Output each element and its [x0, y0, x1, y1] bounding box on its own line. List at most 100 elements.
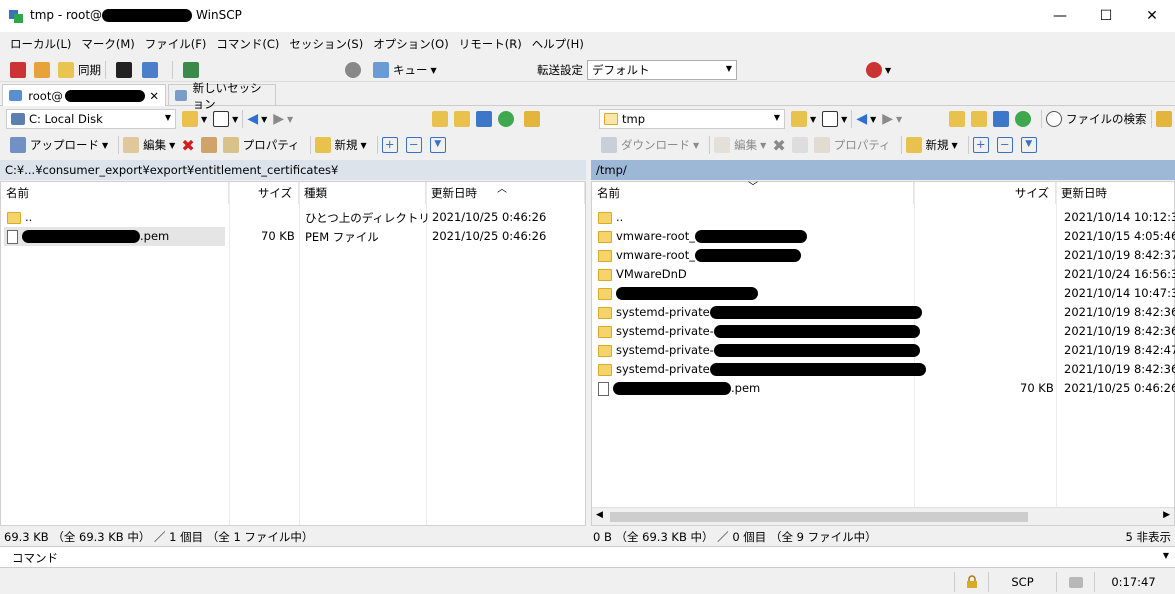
back-arrow-icon[interactable]: ◀ — [247, 111, 258, 127]
queue-button[interactable]: キュー — [393, 62, 428, 78]
maximize-button[interactable]: ☐ — [1083, 0, 1129, 32]
delete-icon[interactable]: ✖ — [772, 136, 785, 155]
file-icon — [7, 229, 18, 244]
remote-dir-value: tmp — [622, 112, 646, 126]
select-all-icon[interactable]: + — [381, 137, 398, 153]
transfer-settings-select[interactable]: デフォルト ▼ — [587, 60, 737, 80]
tab-new-session[interactable]: 新しいセッション — [168, 81, 276, 111]
menu-session[interactable]: セッション(S) — [289, 36, 363, 52]
new-button[interactable]: 新規 — [335, 137, 358, 153]
local-path-bar[interactable]: C:¥...¥consumer_export¥export¥entitlemen… — [0, 160, 586, 180]
table-row[interactable]: .. ひとつ上のディレクトリ 2021/10/25 0:46:26 — [1, 208, 585, 227]
new-button[interactable]: 新規 — [926, 137, 949, 153]
minimize-button[interactable]: — — [1037, 0, 1083, 32]
sync-icon[interactable] — [58, 62, 74, 78]
remote-file-list[interactable]: 名前 サイズ 更新日時 ﹀ .. 2021/10/14 10:12:33 vmw… — [591, 181, 1175, 526]
scroll-right-icon[interactable]: ▶ — [1163, 510, 1170, 520]
web-icon[interactable] — [866, 62, 882, 78]
remote-dir-select[interactable]: tmp ▼ — [599, 109, 785, 129]
tree-icon[interactable] — [524, 111, 540, 127]
properties-button[interactable]: プロパティ — [243, 137, 300, 153]
parent-dir-icon[interactable] — [949, 111, 965, 127]
edit-button[interactable]: 編集 — [734, 137, 757, 153]
table-row[interactable]: systemd-private 2021/10/19 8:42:36 — [592, 360, 1175, 379]
filter-icon[interactable] — [213, 111, 230, 127]
compare-icon[interactable] — [10, 62, 26, 78]
local-col-type[interactable]: 種類 — [299, 182, 426, 204]
redacted-filename — [22, 230, 140, 243]
table-row[interactable]: vmware-root_ 2021/10/15 4:05:46 — [592, 227, 1175, 246]
table-row[interactable]: .pem 70 KB PEM ファイル 2021/10/25 0:46:26 — [1, 227, 585, 246]
edit-button[interactable]: 編集 — [143, 137, 166, 153]
folder-icon — [598, 306, 612, 319]
local-drive-select[interactable]: C: Local Disk ▼ — [6, 109, 176, 129]
upload-button[interactable]: アップロード — [30, 137, 99, 153]
refresh-session-icon[interactable] — [183, 62, 199, 78]
remote-col-date[interactable]: 更新日時 — [1056, 182, 1175, 204]
sync-button[interactable]: 同期 — [78, 62, 101, 78]
menu-mark[interactable]: マーク(M) — [81, 36, 134, 52]
table-row[interactable]: vmware-root_ 2021/10/19 8:42:37 — [592, 246, 1175, 265]
remote-path-bar[interactable]: /tmp/ — [591, 160, 1175, 180]
gear-icon[interactable] — [345, 62, 361, 78]
remote-col-size[interactable]: サイズ — [914, 182, 1056, 204]
parent-dir-icon[interactable] — [432, 111, 448, 127]
putty-icon[interactable] — [142, 62, 158, 78]
rename-icon[interactable] — [200, 137, 217, 153]
file-size: 70 KB — [1020, 381, 1054, 395]
open-folder-icon[interactable] — [791, 111, 807, 127]
back-arrow-icon[interactable]: ◀ — [856, 111, 867, 127]
root-dir-icon[interactable] — [454, 111, 470, 127]
table-row[interactable]: 2021/10/14 10:47:30 — [592, 284, 1175, 303]
filter-select-icon[interactable]: ▼ — [429, 137, 446, 153]
table-row[interactable]: .pem 70 KB 2021/10/25 0:46:26 — [592, 379, 1175, 398]
new-folder-icon — [314, 137, 331, 153]
local-col-name[interactable]: 名前 — [1, 182, 229, 204]
scroll-left-icon[interactable]: ◀ — [596, 510, 603, 520]
menu-remote[interactable]: リモート(R) — [459, 36, 522, 52]
close-tab-icon[interactable]: ✕ — [149, 89, 159, 103]
filter-icon[interactable] — [822, 111, 839, 127]
find-files-button[interactable]: ファイルの検索 — [1066, 111, 1147, 127]
menu-options[interactable]: オプション(O) — [373, 36, 449, 52]
root-dir-icon[interactable] — [971, 111, 987, 127]
synchronize-browse-icon[interactable] — [34, 62, 50, 78]
local-file-list[interactable]: 名前 サイズ 種類 更新日時 ︿ .. ひとつ上のディレクトリ 2021/10/… — [0, 181, 586, 526]
redacted-filename — [616, 287, 758, 300]
refresh-icon[interactable] — [498, 111, 514, 127]
tab-session[interactable]: root@ ✕ — [2, 84, 166, 106]
filter-select-icon[interactable]: ▼ — [1020, 137, 1037, 153]
forward-arrow-icon[interactable]: ▶ — [273, 111, 284, 127]
local-drive-value: C: Local Disk — [29, 112, 103, 126]
forward-arrow-icon[interactable]: ▶ — [882, 111, 893, 127]
deselect-icon[interactable]: − — [405, 137, 422, 153]
command-input[interactable] — [60, 548, 1160, 566]
table-row[interactable]: systemd-private- 2021/10/19 8:42:47 — [592, 341, 1175, 360]
menu-local[interactable]: ローカル(L) — [10, 36, 71, 52]
tree-icon[interactable] — [1155, 111, 1172, 127]
table-row[interactable]: VMwareDnD 2021/10/24 16:56:36 — [592, 265, 1175, 284]
home-icon[interactable] — [993, 111, 1009, 127]
refresh-icon[interactable] — [1015, 111, 1031, 127]
download-button[interactable]: ダウンロード — [621, 137, 690, 153]
properties-button[interactable]: プロパティ — [834, 137, 891, 153]
scrollbar-thumb[interactable] — [610, 512, 1028, 522]
menu-command[interactable]: コマンド(C) — [216, 36, 279, 52]
table-row[interactable]: .. 2021/10/14 10:12:33 — [592, 208, 1175, 227]
table-row[interactable]: systemd-private 2021/10/19 8:42:36 — [592, 303, 1175, 322]
home-icon[interactable] — [476, 111, 492, 127]
menu-help[interactable]: ヘルプ(H) — [532, 36, 584, 52]
rename-icon[interactable] — [791, 137, 808, 153]
table-row[interactable]: systemd-private- 2021/10/19 8:42:36 — [592, 322, 1175, 341]
close-button[interactable]: ✕ — [1129, 0, 1175, 32]
chevron-down-icon[interactable]: ▼ — [1163, 551, 1169, 560]
horizontal-scrollbar[interactable]: ◀ ▶ — [592, 507, 1174, 525]
queue-icon[interactable] — [373, 62, 389, 78]
deselect-icon[interactable]: − — [996, 137, 1013, 153]
local-col-size[interactable]: サイズ — [229, 182, 299, 204]
menu-file[interactable]: ファイル(F) — [145, 36, 207, 52]
select-all-icon[interactable]: + — [972, 137, 989, 153]
open-folder-icon[interactable] — [182, 111, 198, 127]
delete-icon[interactable]: ✖ — [181, 136, 194, 155]
terminal-icon[interactable] — [116, 62, 132, 78]
